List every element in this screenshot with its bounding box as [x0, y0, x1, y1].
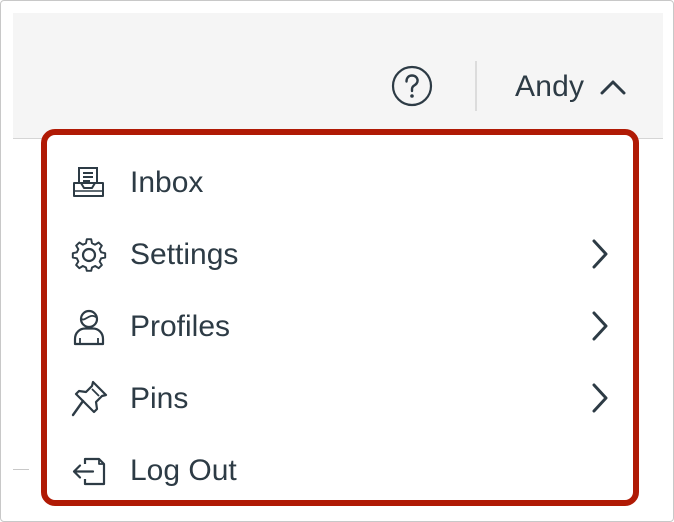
- user-name: Andy: [515, 70, 585, 103]
- help-button[interactable]: [391, 65, 433, 107]
- screenshot-frame: Andy Inbox Settings Profiles Pins Log Ou…: [0, 0, 674, 522]
- user-menu-toggle[interactable]: Andy: [515, 67, 626, 107]
- header-divider: [475, 61, 477, 111]
- pin-icon: [71, 380, 108, 417]
- gear-icon: [71, 238, 107, 272]
- chevron-up-icon: [600, 80, 626, 95]
- chevron-right-icon: [592, 239, 608, 269]
- chevron-right-icon: [592, 311, 608, 341]
- user-dropdown-menu: Inbox Settings Profiles Pins Log Out: [41, 129, 639, 506]
- menu-item-label: Profiles: [130, 310, 231, 343]
- menu-item-settings[interactable]: Settings: [47, 221, 633, 285]
- inbox-icon: [73, 167, 104, 197]
- menu-item-profiles[interactable]: Profiles: [47, 293, 633, 357]
- user-icon: [73, 309, 105, 346]
- menu-item-label: Log Out: [130, 454, 237, 487]
- menu-item-pins[interactable]: Pins: [47, 365, 633, 429]
- logout-icon: [72, 457, 106, 486]
- background-divider: [13, 469, 29, 470]
- chevron-right-icon: [592, 383, 608, 413]
- global-header: Andy: [13, 13, 663, 139]
- menu-item-label: Settings: [130, 238, 239, 271]
- menu-item-label: Inbox: [130, 166, 204, 199]
- help-circle-icon: [391, 65, 433, 107]
- menu-item-label: Pins: [130, 382, 189, 415]
- menu-item-log-out[interactable]: Log Out: [47, 437, 633, 501]
- menu-item-inbox[interactable]: Inbox: [47, 149, 633, 213]
